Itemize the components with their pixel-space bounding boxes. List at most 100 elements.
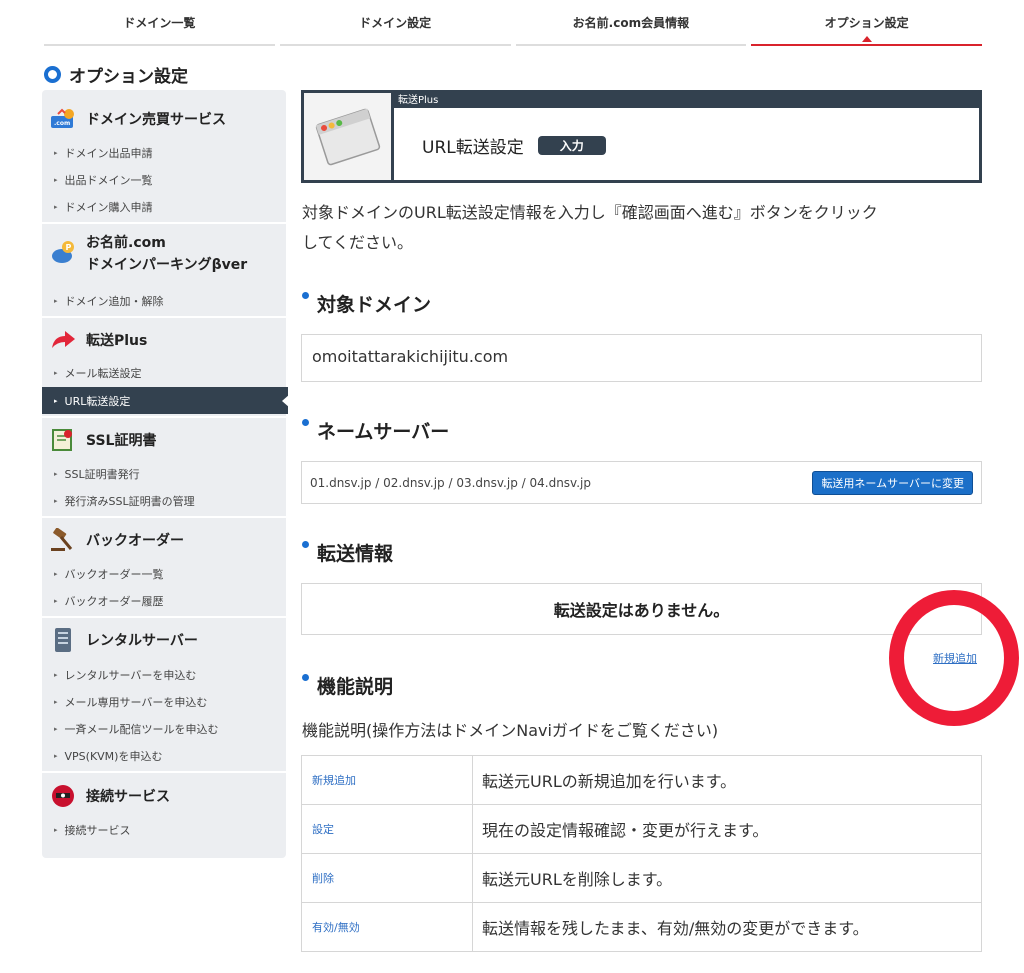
tab-domain-list[interactable]: ドメイン一覧 [44,0,275,46]
banner-service-label: 転送Plus [394,93,979,108]
table-row: 設定 現在の設定情報確認・変更が行えます。 [301,804,982,854]
name-server-value: 01.dnsv.jp / 02.dnsv.jp / 03.dnsv.jp / 0… [310,475,591,490]
feature-key: 有効/無効 [301,902,473,952]
sidebar-divider [42,771,286,773]
sidebar-section-rental-server[interactable]: レンタルサーバー [42,624,286,656]
bullet-dot-icon [302,292,309,299]
sidebar-item-label: SSL証明書発行 [64,467,140,481]
sidebar-section-title: 接続サービス [86,789,170,805]
step-badge: 入力 [537,136,606,155]
sidebar-divider [42,316,286,318]
bullet-dot-icon [302,541,309,548]
sidebar-item-label: URL転送設定 [64,394,131,408]
bullet-dot-icon [302,674,309,681]
ring-icon [44,66,61,83]
sidebar-item-label: 接続サービス [64,823,131,837]
sidebar-item-label: 発行済みSSL証明書の管理 [64,494,195,508]
section-heading: 機能説明 [317,676,394,698]
banner-title-text: URL転送設定 [422,138,524,158]
browser-window-icon [304,93,394,180]
sidebar-item-label: バックオーダー履歴 [64,594,164,608]
sidebar-section-parking[interactable]: P お名前.com ドメインパーキングβver [42,232,286,280]
section-feature: 機能説明 [302,672,393,699]
sidebar-item-url-forward[interactable]: ▸ URL転送設定 [42,387,290,414]
sidebar-item-listed-domains[interactable]: ▸ 出品ドメイン一覧 [42,166,286,193]
sidebar-item-label: 一斉メール配信ツールを申込む [64,722,219,736]
server-icon [50,628,76,652]
sidebar-section-title-line2: ドメインパーキングβver [86,257,248,273]
active-caret-icon [861,36,872,42]
service-banner: 転送Plus URL転送設定 入力 [301,90,982,183]
sidebar-item-ssl-manage[interactable]: ▸ 発行済みSSL証明書の管理 [42,487,286,514]
feature-table: 新規追加 転送元URLの新規追加を行います。 設定 現在の設定情報確認・変更が行… [301,755,982,952]
sidebar-section-ssl[interactable]: SSL証明書 [42,424,286,456]
tab-domain-settings[interactable]: ドメイン設定 [279,0,511,46]
sidebar-item-mail-forward[interactable]: ▸ メール転送設定 [42,359,286,386]
sidebar-divider [42,222,286,224]
sidebar-item-label: メール専用サーバーを申込む [64,695,208,709]
sidebar-section-connection[interactable]: 接続サービス [42,780,286,812]
sidebar-divider [42,516,286,518]
sidebar-item-ssl-issue[interactable]: ▸ SSL証明書発行 [42,460,286,487]
domain-trade-icon: .com [50,107,76,131]
sidebar-item-label: VPS(KVM)を申込む [64,749,163,763]
feature-desc: 転送元URLを削除します。 [472,853,982,903]
page-title-text: オプション設定 [69,67,188,87]
sidebar-item-connection-service[interactable]: ▸ 接続サービス [42,816,286,843]
certificate-icon [50,428,76,452]
sidebar-item-backorder-history[interactable]: ▸ バックオーダー履歴 [42,587,286,614]
sidebar-item-label: ドメイン追加・解除 [64,294,164,308]
sidebar-item-label: ドメイン購入申請 [64,200,153,214]
sidebar-section-title: バックオーダー [86,533,184,549]
sidebar-item-domain-listing-request[interactable]: ▸ ドメイン出品申請 [42,139,286,166]
empty-message: 転送設定はありません。 [553,601,730,620]
page-title: オプション設定 [44,62,188,87]
sidebar-item-label: バックオーダー一覧 [64,567,164,581]
change-name-server-button[interactable]: 転送用ネームサーバーに変更 [812,470,973,495]
sidebar-divider [42,416,286,418]
connection-icon [50,784,76,808]
sidebar-item-mail-server-apply[interactable]: ▸ メール専用サーバーを申込む [42,688,286,715]
section-heading: ネームサーバー [317,421,450,443]
feature-desc: 転送元URLの新規追加を行います。 [472,755,982,805]
table-row: 削除 転送元URLを削除します。 [301,853,982,903]
sidebar-item-rental-server-apply[interactable]: ▸ レンタルサーバーを申込む [42,661,286,688]
svg-text:P: P [66,243,72,252]
name-server-box: 01.dnsv.jp / 02.dnsv.jp / 03.dnsv.jp / 0… [301,461,982,504]
parking-icon: P [50,240,76,264]
sidebar-item-vps-apply[interactable]: ▸ VPS(KVM)を申込む [42,742,286,769]
sidebar-section-forward-plus[interactable]: 転送Plus [42,326,286,354]
sidebar: .com ドメイン売買サービス ▸ ドメイン出品申請 ▸ 出品ドメイン一覧 ▸ ドメイ… [42,90,290,858]
tab-label: お名前.com会員情報 [572,15,690,30]
tab-option-settings[interactable]: オプション設定 [751,0,982,46]
table-row: 新規追加 転送元URLの新規追加を行います。 [301,755,982,805]
feature-key: 新規追加 [301,755,473,805]
target-domain-field: omoitattarakichijitu.com [301,334,982,382]
tab-member-info[interactable]: お名前.com会員情報 [515,0,747,46]
svg-text:.com: .com [54,120,70,127]
feature-intro: 機能説明(操作方法はドメインNaviガイドをご覧ください) [302,721,719,740]
sidebar-section-title: 転送Plus [86,333,148,349]
section-target-domain: 対象ドメイン [302,290,431,317]
sidebar-section-title: SSL証明書 [86,433,157,449]
target-domain-value: omoitattarakichijitu.com [312,347,509,366]
gavel-icon [50,528,76,552]
sidebar-section-domain-trade[interactable]: .com ドメイン売買サービス [42,104,286,134]
sidebar-item-bulk-mail-apply[interactable]: ▸ 一斉メール配信ツールを申込む [42,715,286,742]
sidebar-item-backorder-list[interactable]: ▸ バックオーダー一覧 [42,560,286,587]
bullet-dot-icon [302,419,309,426]
sidebar-section-backorder[interactable]: バックオーダー [42,524,286,556]
feature-desc: 転送情報を残したまま、有効/無効の変更ができます。 [472,902,982,952]
sidebar-item-domain-add-remove[interactable]: ▸ ドメイン追加・解除 [42,287,286,314]
sidebar-item-label: ドメイン出品申請 [64,146,153,160]
tab-label: オプション設定 [824,15,909,30]
sidebar-section-title: レンタルサーバー [86,633,198,649]
add-new-link[interactable]: 新規追加 [933,650,977,666]
intro-text: 対象ドメインのURL転送設定情報を入力し『確認画面へ進む』ボタンをクリック して… [302,198,992,258]
sidebar-item-label: メール転送設定 [64,366,142,380]
section-name-server: ネームサーバー [302,417,449,444]
forward-info-box: 転送設定はありません。 [301,583,982,635]
sidebar-item-domain-purchase-request[interactable]: ▸ ドメイン購入申請 [42,193,286,220]
feature-key: 削除 [301,853,473,903]
feature-key: 設定 [301,804,473,854]
